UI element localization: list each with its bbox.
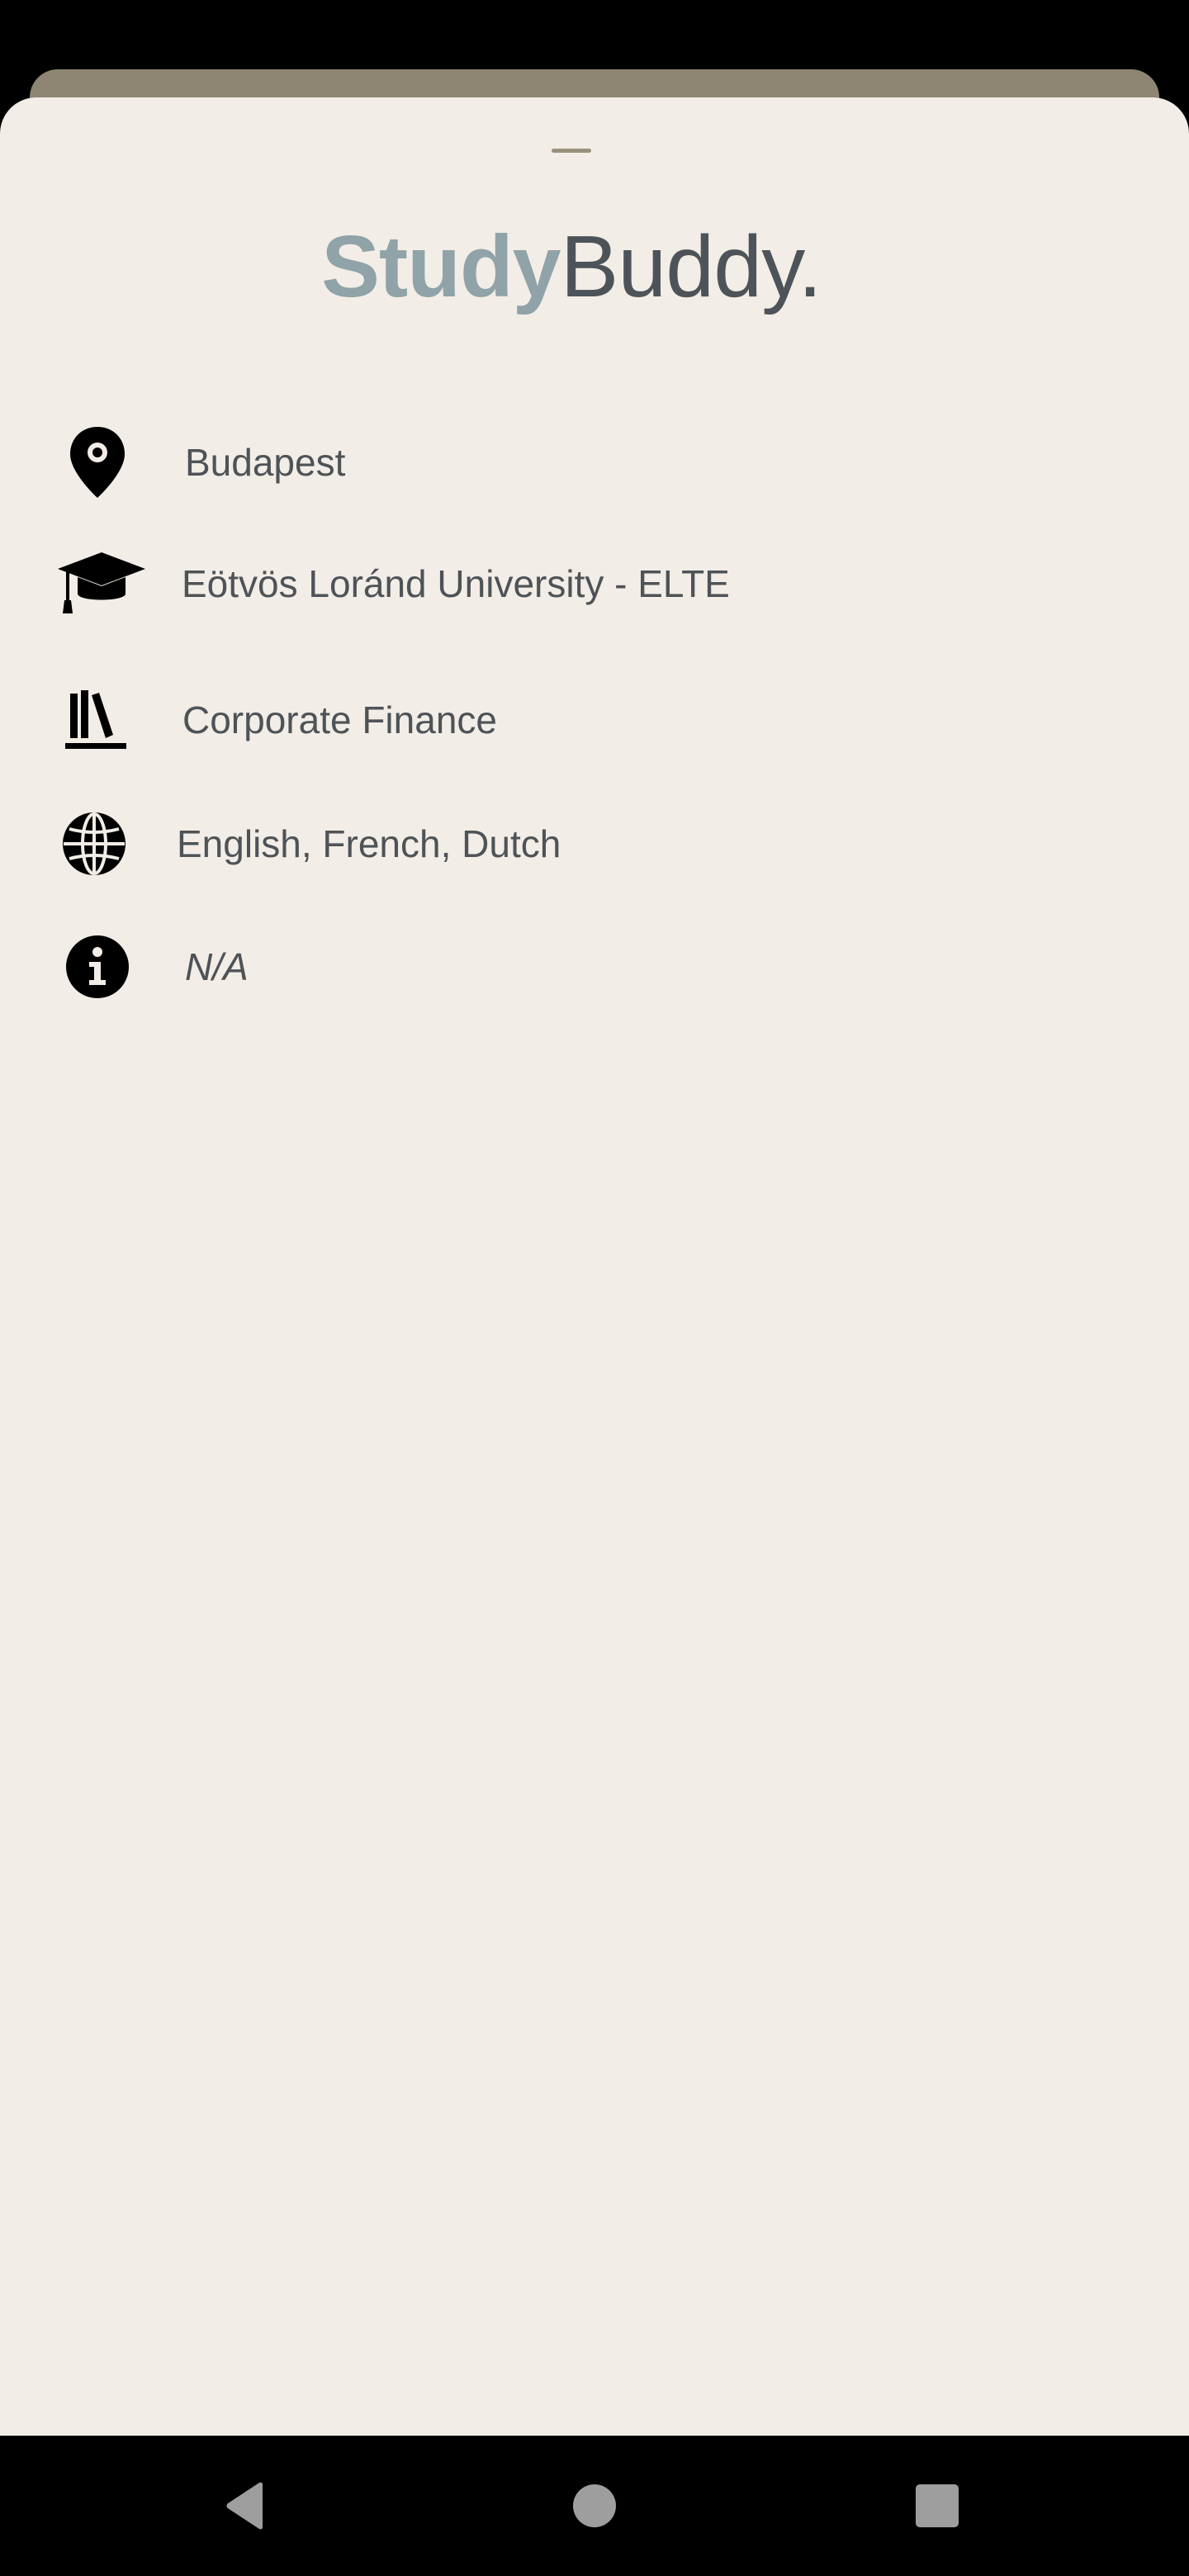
recents-button[interactable] <box>871 2436 1003 2576</box>
screen: StudyBuddy. Budapest Eötvös Loránd Unive… <box>0 0 1189 2576</box>
info-row-location: Budapest <box>0 413 1189 512</box>
location-pin-icon <box>48 413 147 512</box>
books-icon <box>47 670 146 769</box>
info-row-university: Eötvös Loránd University - ELTE <box>0 534 1189 633</box>
home-button[interactable] <box>528 2436 661 2576</box>
info-description-text: N/A <box>185 945 249 988</box>
globe-icon <box>45 794 144 893</box>
info-languages-text: English, French, Dutch <box>177 822 561 865</box>
info-row-description: N/A <box>0 917 1189 1016</box>
info-icon <box>48 917 147 1016</box>
recents-icon <box>916 2484 959 2527</box>
logo-study: Study <box>321 218 561 315</box>
info-row-subject: Corporate Finance <box>0 670 1189 769</box>
system-navigation-bar <box>0 2436 1189 2576</box>
profile-bottom-sheet[interactable]: StudyBuddy. Budapest Eötvös Loránd Unive… <box>0 97 1189 2436</box>
graduation-cap-icon <box>52 534 151 633</box>
logo-buddy: Buddy. <box>560 218 822 315</box>
info-subject-text: Corporate Finance <box>182 698 497 741</box>
info-university-text: Eötvös Loránd University - ELTE <box>182 562 730 605</box>
app-logo: StudyBuddy. <box>0 205 1143 329</box>
back-icon <box>226 2482 263 2530</box>
home-icon <box>573 2484 616 2527</box>
info-row-languages: English, French, Dutch <box>0 794 1189 893</box>
info-location-text: Budapest <box>185 441 346 484</box>
sheet-drag-handle[interactable] <box>552 149 591 153</box>
back-button[interactable] <box>182 2436 314 2576</box>
